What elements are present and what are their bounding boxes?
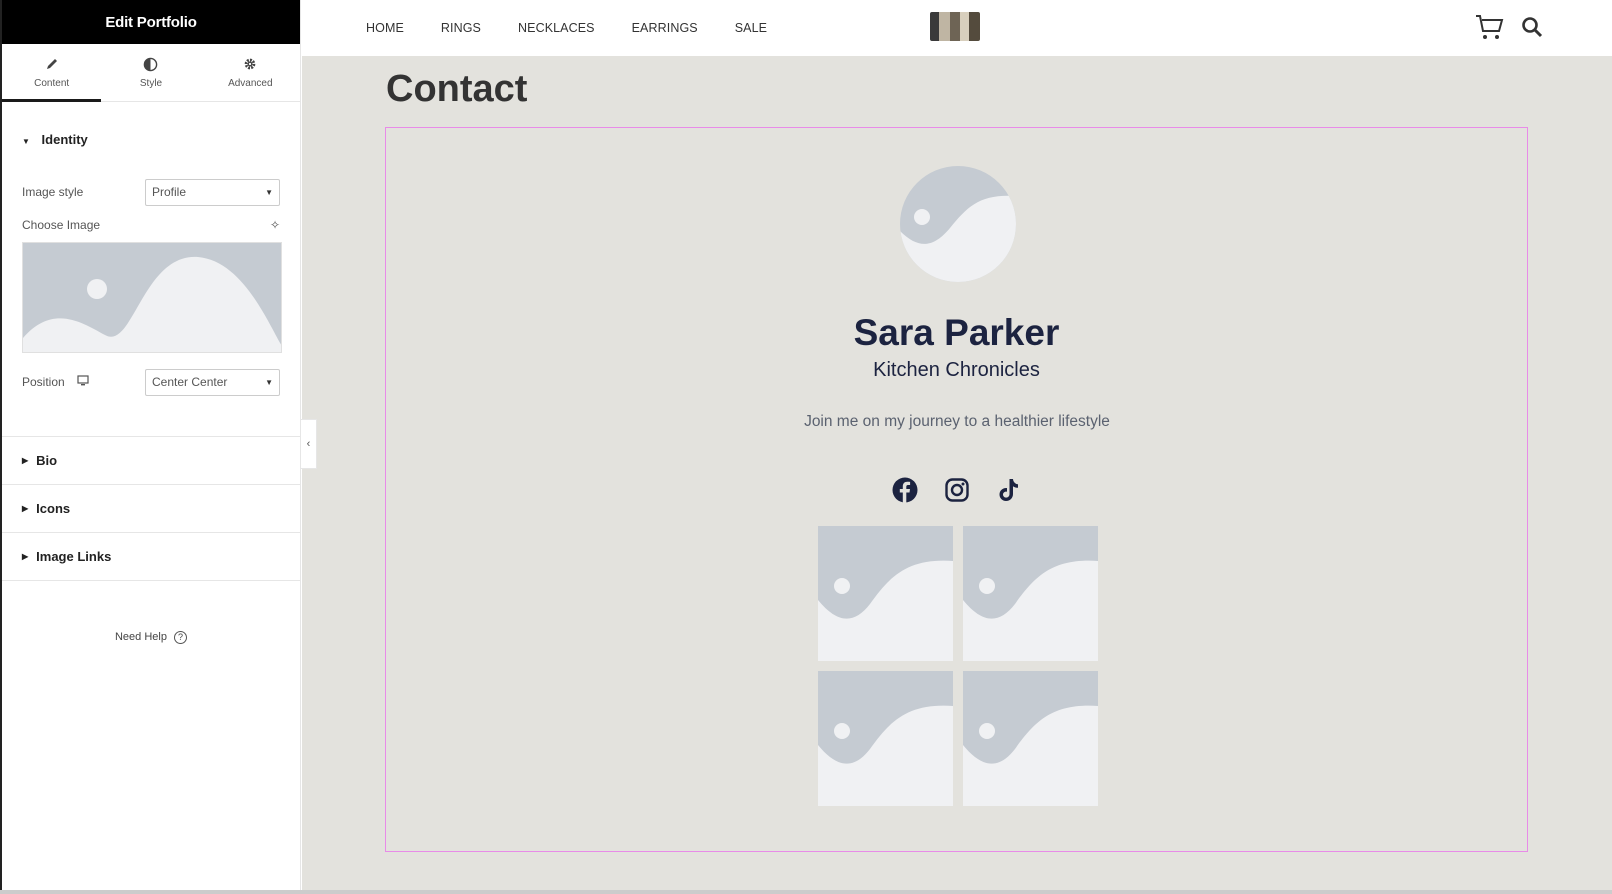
pencil-icon — [45, 57, 59, 73]
section-label: Image Links — [36, 549, 112, 564]
tiktok-icon[interactable] — [996, 477, 1022, 503]
chevron-down-icon: ▼ — [265, 187, 273, 197]
contrast-icon — [143, 57, 158, 73]
section-bio[interactable]: ▶ Bio — [2, 436, 300, 484]
image-picker[interactable] — [22, 242, 282, 353]
nav-earrings[interactable]: EARRINGS — [632, 21, 698, 35]
nav-rings[interactable]: RINGS — [441, 21, 481, 35]
profile-bio: Join me on my journey to a healthier lif… — [804, 413, 1110, 430]
tab-label: Content — [34, 77, 70, 89]
placeholder-image-icon — [963, 526, 1098, 661]
image-links-grid — [818, 526, 1099, 806]
cart-icon[interactable] — [1474, 12, 1504, 47]
section-icons[interactable]: ▶ Icons — [2, 484, 300, 532]
tab-style[interactable]: Style — [101, 44, 200, 101]
portfolio-widget[interactable]: Sara Parker Kitchen Chronicles Join me o… — [385, 127, 1528, 852]
choose-image-row: Choose Image ✧ — [2, 218, 300, 232]
position-select[interactable]: Center Center ▼ — [145, 368, 280, 396]
placeholder-image-icon — [963, 671, 1098, 806]
panel-title: Edit Portfolio — [2, 0, 300, 44]
tab-content[interactable]: Content — [2, 44, 102, 102]
panel-tabs: Content Style Advanced — [2, 44, 300, 102]
search-icon[interactable] — [1521, 16, 1543, 43]
placeholder-image-icon — [818, 526, 953, 661]
tab-label: Style — [139, 77, 163, 89]
image-style-select[interactable]: Profile ▼ — [145, 178, 280, 206]
page-title: Contact — [386, 68, 528, 110]
need-help-link[interactable]: Need Help ? — [2, 631, 300, 644]
caret-right-icon: ▶ — [22, 504, 29, 513]
image-style-label: Image style — [22, 185, 84, 199]
select-value: Profile — [152, 185, 187, 199]
section-label: Icons — [36, 501, 71, 516]
profile-name: Sara Parker — [853, 312, 1060, 353]
position-label: Position — [22, 375, 65, 389]
site-preview: HOME RINGS NECKLACES EARRINGS SALE Conta… — [302, 0, 1612, 894]
nav-necklaces[interactable]: NECKLACES — [518, 21, 595, 35]
image-style-row: Image style Profile ▼ — [2, 178, 300, 206]
tab-advanced[interactable]: Advanced — [201, 44, 300, 101]
nav-sale[interactable]: SALE — [735, 21, 767, 35]
bottom-scroll-strip — [0, 890, 1612, 894]
main-nav: HOME RINGS NECKLACES EARRINGS SALE — [366, 21, 767, 35]
placeholder-image-icon — [23, 243, 281, 352]
collapse-panel-handle[interactable]: ‹ — [301, 419, 317, 469]
help-label: Need Help — [114, 631, 167, 643]
choose-image-label: Choose Image — [22, 218, 101, 232]
ai-sparkle-icon[interactable]: ✧ — [270, 218, 280, 232]
social-icons — [386, 477, 1527, 503]
avatar-placeholder-icon — [900, 166, 1016, 282]
tab-label: Advanced — [228, 77, 273, 89]
image-link-tile[interactable] — [818, 671, 953, 806]
chevron-down-icon: ▼ — [265, 377, 273, 387]
profile-subtitle: Kitchen Chronicles — [873, 359, 1040, 381]
section-identity[interactable]: ▼ Identity — [2, 102, 300, 178]
caret-down-icon: ▼ — [22, 137, 30, 146]
editor-panel: Edit Portfolio Content Style Advanced ▼ … — [0, 0, 301, 894]
facebook-icon[interactable] — [892, 477, 918, 503]
caret-right-icon: ▶ — [22, 456, 29, 465]
gear-icon — [243, 57, 257, 73]
site-logo[interactable] — [930, 12, 980, 41]
instagram-icon[interactable] — [944, 477, 970, 503]
image-link-tile[interactable] — [963, 526, 1098, 661]
section-label: Bio — [36, 453, 58, 468]
caret-right-icon: ▶ — [22, 552, 29, 561]
site-header: HOME RINGS NECKLACES EARRINGS SALE — [302, 0, 1612, 56]
section-label: Identity — [41, 132, 88, 147]
desktop-icon[interactable] — [77, 375, 89, 389]
position-row: Position Center Center ▼ — [2, 368, 300, 396]
section-image-links[interactable]: ▶ Image Links — [2, 532, 300, 580]
avatar[interactable] — [900, 166, 1016, 282]
image-link-tile[interactable] — [963, 671, 1098, 806]
nav-home[interactable]: HOME — [366, 21, 404, 35]
chevron-left-icon: ‹ — [306, 438, 311, 450]
image-link-tile[interactable] — [818, 526, 953, 661]
question-icon: ? — [174, 631, 188, 644]
placeholder-image-icon — [818, 671, 953, 806]
select-value: Center Center — [152, 375, 228, 389]
